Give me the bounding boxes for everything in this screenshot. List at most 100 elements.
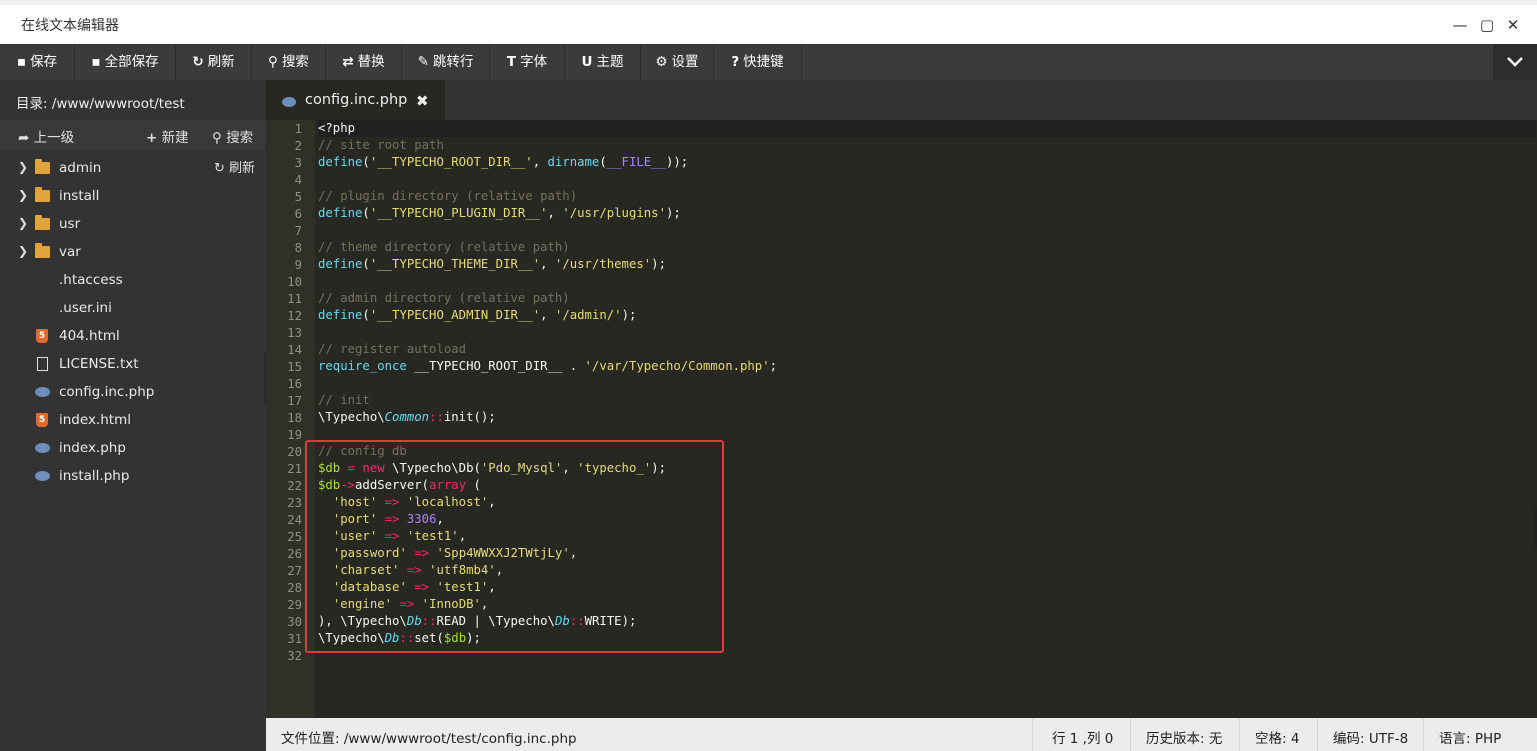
sidebar-search-button[interactable]: ⚲ 搜索: [212, 126, 253, 146]
code-line[interactable]: $db->addServer(array (: [318, 477, 481, 494]
tree-item-usr[interactable]: ❯ usr: [0, 211, 266, 239]
tree-item-user-ini[interactable]: .user.ini: [0, 295, 266, 323]
code-token: 'user': [332, 529, 378, 543]
toolbar: ▪ 保存 ▪ 全部保存 ↻ 刷新 ⚲ 搜索 ⇄ 替换 ✎ 跳转行 T 字体 U 主题 ⚙ 设置? 快捷键: [0, 44, 1537, 80]
save-icon: ▪: [16, 54, 27, 70]
line-number: 13: [287, 326, 302, 340]
line-number: 17: [287, 394, 302, 408]
toolbar-button-label: 保存: [30, 54, 58, 70]
code-token: __FILE__: [606, 155, 666, 169]
chevron-right-icon[interactable]: ❯: [18, 160, 28, 174]
toolbar-button-9[interactable]: ? 快捷键: [714, 44, 802, 80]
code-line[interactable]: <?php: [318, 120, 1536, 137]
code-line[interactable]: // register autoload: [318, 341, 466, 358]
toolbar-button-1[interactable]: ▪ 全部保存: [75, 44, 176, 80]
php-file-icon: [35, 386, 50, 398]
tree-item-label: .user.ini: [59, 300, 112, 316]
code-line[interactable]: \Typecho\Common::init();: [318, 409, 496, 426]
toolbar-button-6[interactable]: T 字体: [490, 44, 565, 80]
code-token: =>: [377, 529, 407, 543]
toolbar-button-label: 搜索: [281, 54, 309, 70]
tree-item-var[interactable]: ❯ var: [0, 239, 266, 267]
code-line[interactable]: 'database' => 'test1',: [318, 579, 496, 596]
chevron-right-icon[interactable]: ❯: [18, 188, 28, 202]
code-line[interactable]: // theme directory (relative path): [318, 239, 570, 256]
toolbar-button-2[interactable]: ↻ 刷新: [176, 44, 252, 80]
toolbar-button-8[interactable]: ⚙ 设置: [641, 44, 714, 80]
line-number: 15: [287, 360, 302, 374]
tree-item-label: usr: [59, 216, 81, 232]
pin-icon: ✎: [417, 54, 429, 70]
code-line[interactable]: define('__TYPECHO_ROOT_DIR__', dirname(_…: [318, 154, 688, 171]
code-line[interactable]: 'host' => 'localhost',: [318, 494, 496, 511]
code-line[interactable]: 'port' => 3306,: [318, 511, 444, 528]
toolbar-button-label: 设置: [671, 54, 699, 70]
code-line[interactable]: // config db: [318, 443, 407, 460]
code-token: 'InnoDB': [421, 597, 481, 611]
code-line[interactable]: define('__TYPECHO_ADMIN_DIR__', '/admin/…: [318, 307, 636, 324]
tree-item-install[interactable]: ❯ install: [0, 183, 266, 211]
toolbar-button-3[interactable]: ⚲ 搜索: [252, 44, 326, 80]
code-line[interactable]: require_once __TYPECHO_ROOT_DIR__ . '/va…: [318, 358, 777, 375]
line-number: 10: [287, 275, 302, 289]
toolbar-button-label: 快捷键: [743, 54, 784, 70]
code-line[interactable]: // plugin directory (relative path): [318, 188, 577, 205]
tree-item-index-php[interactable]: index.php: [0, 435, 266, 463]
code-token: \Typecho\: [318, 410, 385, 424]
new-file-button[interactable]: + 新建: [146, 126, 189, 146]
chevron-right-icon[interactable]: ❯: [18, 216, 28, 230]
tree-item-license-txt[interactable]: LICENSE.txt: [0, 351, 266, 379]
toolbar-button-4[interactable]: ⇄ 替换: [326, 44, 402, 80]
toolbar-button-5[interactable]: ✎ 跳转行: [402, 44, 490, 80]
tab-config-inc-php[interactable]: config.inc.php ✖: [266, 80, 445, 120]
tree-item-admin[interactable]: ❯ admin: [0, 155, 266, 183]
minimize-icon[interactable]: —: [1452, 17, 1468, 33]
tree-item-index-html[interactable]: 5 index.html: [0, 407, 266, 435]
status-history[interactable]: 历史版本: 无: [1146, 727, 1222, 747]
title-bar: 在线文本编辑器 — ▢ ✕: [0, 5, 1537, 44]
toolbar-button-7[interactable]: U 主题: [565, 44, 641, 80]
tab-close-icon[interactable]: ✖: [416, 81, 429, 121]
code-token: \Typecho\: [318, 631, 385, 645]
code-line[interactable]: // admin directory (relative path): [318, 290, 570, 307]
text-file-icon: [35, 357, 50, 371]
code-token: READ | \Typecho\: [436, 614, 555, 628]
code-line[interactable]: \Typecho\Db::set($db);: [318, 630, 481, 647]
code-line[interactable]: 'charset' => 'utf8mb4',: [318, 562, 503, 579]
code-token: 'test1': [406, 529, 459, 543]
code-token: // register autoload: [318, 342, 467, 356]
code-line[interactable]: define('__TYPECHO_THEME_DIR__', '/usr/th…: [318, 256, 666, 273]
code-line[interactable]: $db = new \Typecho\Db('Pdo_Mysql', 'type…: [318, 460, 666, 477]
directory-path: 目录: /www/wwwroot/test: [16, 96, 185, 112]
chevron-right-icon[interactable]: ❯: [18, 244, 28, 258]
toolbar-collapse-button[interactable]: [1493, 44, 1537, 80]
code-line[interactable]: 'password' => 'Spp4WWXXJ2TWtjLy',: [318, 545, 577, 562]
code-line[interactable]: // site root path: [318, 137, 444, 154]
tree-item-404-html[interactable]: 5 404.html: [0, 323, 266, 351]
code-area[interactable]: <?php// site root path define('__TYPECHO_…: [315, 120, 1537, 718]
status-encoding[interactable]: 编码: UTF-8: [1333, 727, 1408, 747]
line-number: 23: [287, 496, 302, 510]
status-cursor[interactable]: 行 1 ,列 0: [1052, 727, 1113, 747]
tree-item-label: .htaccess: [59, 272, 123, 288]
tree-item-config-inc-php[interactable]: config.inc.php: [0, 379, 266, 407]
code-token: // init: [318, 393, 370, 407]
code-line[interactable]: 'user' => 'test1',: [318, 528, 466, 545]
maximize-icon[interactable]: ▢: [1479, 17, 1495, 33]
code-line[interactable]: define('__TYPECHO_PLUGIN_DIR__', '/usr/p…: [318, 205, 681, 222]
tree-item-htaccess[interactable]: .htaccess: [0, 267, 266, 295]
tree-item-install-php[interactable]: install.php: [0, 463, 266, 491]
up-level-button[interactable]: ➦ 上一级: [18, 126, 74, 146]
code-line[interactable]: ), \Typecho\Db::READ | \Typecho\Db::WRIT…: [318, 613, 636, 630]
code-line[interactable]: 'engine' => 'InnoDB',: [318, 596, 489, 613]
toolbar-button-0[interactable]: ▪ 保存: [0, 44, 75, 80]
code-token: Db: [406, 614, 422, 628]
code-line[interactable]: // init: [318, 392, 370, 409]
status-divider: [1032, 718, 1033, 751]
status-language[interactable]: 语言: PHP: [1439, 727, 1501, 747]
close-icon[interactable]: ✕: [1505, 17, 1521, 33]
status-indent[interactable]: 空格: 4: [1255, 727, 1299, 747]
code-token: '__TYPECHO_THEME_DIR__': [369, 257, 541, 271]
code-token: ,: [488, 580, 496, 594]
